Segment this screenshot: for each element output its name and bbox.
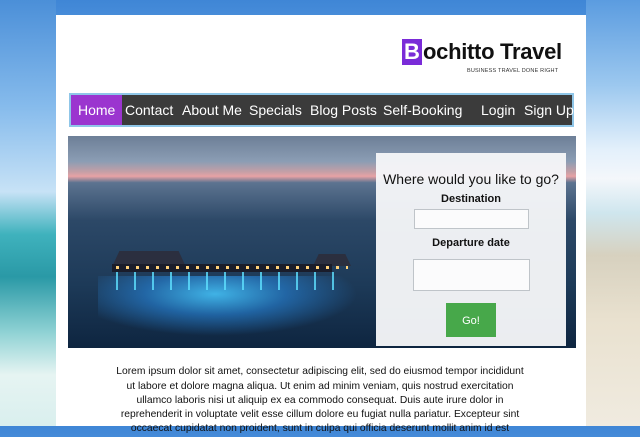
pier-lights [116,266,348,269]
booking-form: Where would you like to go? Destination … [376,153,566,346]
page-container: B ochitto Travel BUSINESS TRAVEL DONE RI… [56,15,586,434]
background-beach-right [586,0,640,426]
nav-home[interactable]: Home [71,95,123,125]
nav-blog-posts[interactable]: Blog Posts [303,95,384,125]
nav-sign-up[interactable]: Sign Up [517,95,581,125]
departure-date-input[interactable] [413,259,530,291]
go-button[interactable]: Go! [446,303,496,337]
nav-login[interactable]: Login [474,95,522,125]
departure-label: Departure date [432,237,510,249]
nav-specials[interactable]: Specials [242,95,309,125]
nav-self-booking[interactable]: Self-Booking [376,95,469,125]
nav-about-me[interactable]: About Me [175,95,249,125]
booking-title: Where would you like to go? [383,171,559,187]
nav-contact[interactable]: Contact [118,95,180,125]
logo-initial: B [402,39,422,65]
intro-paragraph: Lorem ipsum dolor sit amet, consectetur … [116,366,524,435]
destination-label: Destination [441,193,501,205]
background-beach-left [0,0,56,426]
logo-tagline: BUSINESS TRAVEL DONE RIGHT [467,68,559,74]
destination-input[interactable] [414,209,529,229]
main-nav: Home Contact About Me Specials Blog Post… [69,93,574,127]
logo-name: ochitto Travel [423,39,562,64]
pier-legs [116,272,348,290]
